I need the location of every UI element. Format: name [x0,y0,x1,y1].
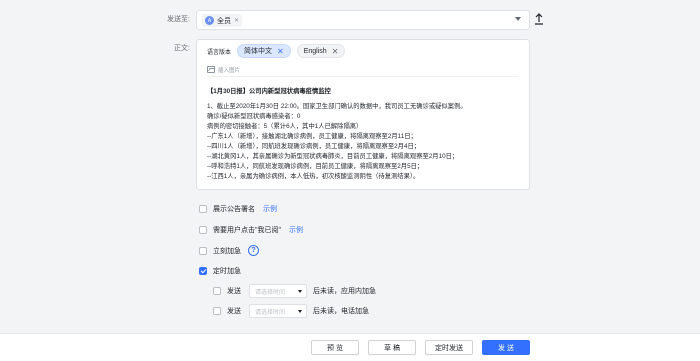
chevron-down-icon [298,290,302,293]
body-line: --广东1人（新增），接触湖北确诊病例，员工健康，将隔离观察至2月11日； [207,133,417,140]
phone-urgent-checkbox[interactable] [213,307,221,315]
body-line: 1、截止至2020年1月30日 22:00。国家卫生部门确认的数据中，我司员工无… [207,103,467,110]
body-line: 确诊/疑似新型冠状病毒感染者：0 [207,113,301,120]
language-tab-zh[interactable]: 简体中文 ✕ [237,44,291,58]
close-icon[interactable]: ✕ [332,47,339,56]
require-read-checkbox[interactable] [199,226,207,234]
recipient-select[interactable]: A 全员 ✕ [196,10,530,30]
urgent-now-checkbox[interactable] [199,246,207,255]
time-select-placeholder: 请选择时间 [255,289,286,296]
option-show-signature: 展示公告署名 示例 [199,204,277,214]
insert-image-button[interactable]: 插入图片 [218,66,240,74]
example-link[interactable]: 示例 [289,225,303,235]
send-label: 发送 [227,308,241,315]
option-label: 立刻加急 [213,247,241,255]
show-signature-checkbox[interactable] [199,205,207,213]
body-line: --江西1人，亲属为确诊病例，本人低热，初次核酸监测阴性（待复测结果）。 [207,173,420,180]
body-label: 正文: [174,45,190,52]
send-to-label: 发送至: [167,16,190,23]
scheduled-urgent-checkbox[interactable] [199,267,207,275]
recipient-name: 全员 [217,17,231,25]
upload-icon[interactable] [533,12,545,26]
time-select[interactable]: 请选择时间 [249,284,307,298]
recipient-chip[interactable]: A 全员 ✕ [202,14,243,27]
recipient-avatar: A [205,16,214,25]
close-icon[interactable]: ✕ [234,17,239,24]
app-urgent-text: 后未读，应用内加急 [313,288,376,295]
language-tab-en[interactable]: English ✕ [296,44,346,58]
time-select[interactable]: 请选择时间 [249,304,307,318]
close-icon[interactable]: ✕ [277,47,284,56]
language-version-label: 语言版本 [207,49,232,56]
app-urgent-checkbox[interactable] [213,287,221,295]
body-line: --湖北黄冈1人，其亲属确诊为新型冠状病毒肺炎，目前员工健康，将隔离观察至2月1… [207,153,459,160]
language-tab-label: English [303,47,327,55]
body-editor[interactable]: 语言版本 简体中文 ✕ English ✕ 插入图片 【1月30日报】公司内新型… [196,39,530,190]
scheduled-urgent-phone-row: 发送 请选择时间 后未读，电话加急 [213,304,369,318]
announcement-editor-page: 发送至: A 全员 ✕ 正文: 语言版本 简体中文 ✕ English ✕ 插入… [0,0,700,361]
footer-bar: 预 览 草 稿 定时发送 发 送 [0,333,700,361]
help-icon[interactable]: ? [248,245,259,256]
option-label: 定时加急 [213,268,241,275]
schedule-send-button[interactable]: 定时发送 [425,340,473,355]
send-label: 发送 [227,288,241,295]
preview-button[interactable]: 预 览 [311,340,359,355]
language-tab-label: 简体中文 [244,48,273,55]
example-link[interactable]: 示例 [263,204,277,214]
option-label: 需要用户点击"我已阅" [213,227,281,234]
option-urgent-now: 立刻加急 ? [199,245,259,256]
option-scheduled-urgent: 定时加急 [199,266,241,276]
language-version-row: 语言版本 简体中文 ✕ English ✕ [207,44,346,58]
chevron-down-icon[interactable] [515,17,521,21]
body-line: --四川1人（新增），同航班发现确诊病例，员工健康，将隔离观察至2月4日； [207,143,421,150]
option-label: 展示公告署名 [213,206,255,213]
body-line: 病例的密切接触者：5（累计6人，其中1人已解除隔离） [207,123,363,130]
announcement-title: 【1月30日报】公司内新型冠状病毒疫情监控 [207,88,331,95]
send-button[interactable]: 发 送 [482,340,530,355]
phone-urgent-text: 后未读，电话加急 [313,308,369,315]
time-select-placeholder: 请选择时间 [255,309,286,316]
body-content[interactable]: 【1月30日报】公司内新型冠状病毒疫情监控 1、截止至2020年1月30日 22… [207,87,525,182]
draft-button[interactable]: 草 稿 [368,340,416,355]
body-line: --呼和浩特1人，同航班发现确诊病例，目前员工健康，将隔离观察至2月5日； [207,163,424,170]
scheduled-urgent-app-row: 发送 请选择时间 后未读，应用内加急 [213,284,376,298]
chevron-down-icon [298,310,302,313]
editor-toolbar: 插入图片 [207,65,519,77]
image-icon[interactable] [207,66,215,73]
option-require-read: 需要用户点击"我已阅" 示例 [199,225,303,235]
